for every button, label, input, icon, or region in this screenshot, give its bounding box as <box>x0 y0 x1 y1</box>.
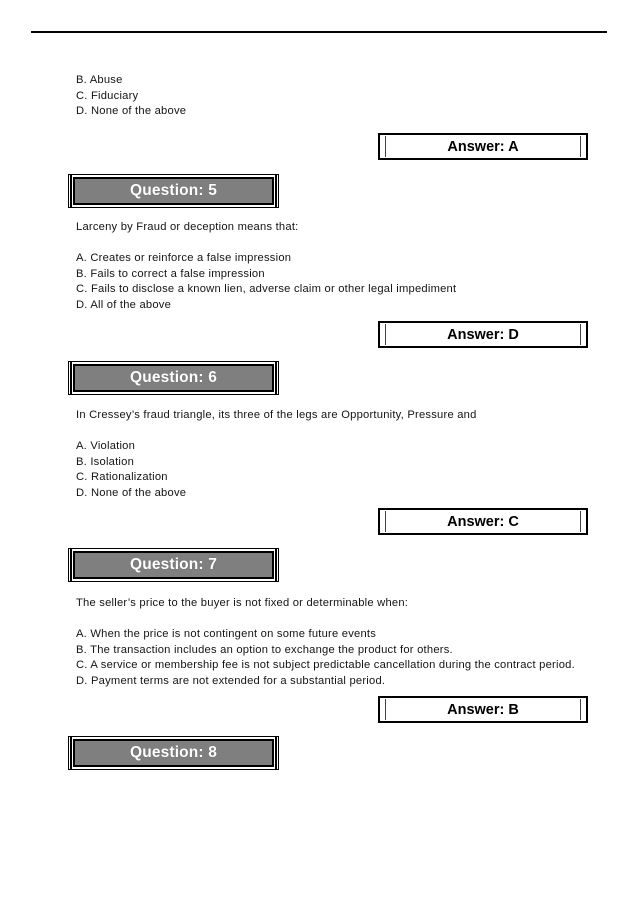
question-header-bar-8: Question: 8 <box>68 736 279 770</box>
option-line: C. Fiduciary <box>76 89 139 102</box>
answer-label: Answer: B <box>447 701 519 718</box>
option-line: D. All of the above <box>76 298 172 311</box>
question-body-5: Larceny by Fraud or deception means that… <box>76 220 618 314</box>
question-header-bar-6: Question: 6 <box>68 361 279 395</box>
option-line: D. None of the above <box>76 486 187 499</box>
option-line: C. A service or membership fee is not su… <box>76 659 575 672</box>
option-line: A. Creates or reinforce a false impressi… <box>76 252 292 265</box>
question-body-7: The seller’s price to the buyer is not f… <box>76 596 618 690</box>
option-line: C. Fails to disclose a known lien, adver… <box>76 283 457 296</box>
option-line: B. Isolation <box>76 455 135 468</box>
answer-box: Answer: A <box>378 133 588 160</box>
question-header-label: Question: 5 <box>130 182 217 199</box>
question-header-bar-5: Question: 5 <box>68 174 279 208</box>
answer-label: Answer: C <box>447 513 519 530</box>
question-header-label: Question: 8 <box>130 744 217 761</box>
question-header-label: Question: 6 <box>130 369 217 386</box>
option-line: B. The transaction includes an option to… <box>76 643 453 656</box>
option-line: B. Fails to correct a false impression <box>76 267 265 280</box>
option-line: A. Violation <box>76 440 136 453</box>
question-header-label: Question: 7 <box>130 556 217 573</box>
answer-box: Answer: B <box>378 696 588 723</box>
question-stem: Larceny by Fraud or deception means that… <box>76 221 299 233</box>
page-top-rule <box>31 31 607 33</box>
document-page: B. Abuse C. Fiduciary D. None of the abo… <box>0 0 638 903</box>
option-line: B. Abuse <box>76 74 123 86</box>
question-stem: In Cressey’s fraud triangle, its three o… <box>76 409 477 421</box>
answer-label: Answer: D <box>447 326 519 343</box>
option-line: C. Rationalization <box>76 471 168 484</box>
answer-box: Answer: C <box>378 508 588 535</box>
previous-question-options: B. Abuse C. Fiduciary D. None of the abo… <box>76 73 618 120</box>
question-header-bar-7: Question: 7 <box>68 548 279 582</box>
question-stem: The seller’s price to the buyer is not f… <box>76 597 409 609</box>
option-line: A. When the price is not contingent on s… <box>76 628 377 641</box>
option-line: D. Payment terms are not extended for a … <box>76 674 386 687</box>
question-body-6: In Cressey’s fraud triangle, its three o… <box>76 408 618 502</box>
answer-label: Answer: A <box>447 138 519 155</box>
option-line: D. None of the above <box>76 105 187 118</box>
answer-box: Answer: D <box>378 321 588 348</box>
